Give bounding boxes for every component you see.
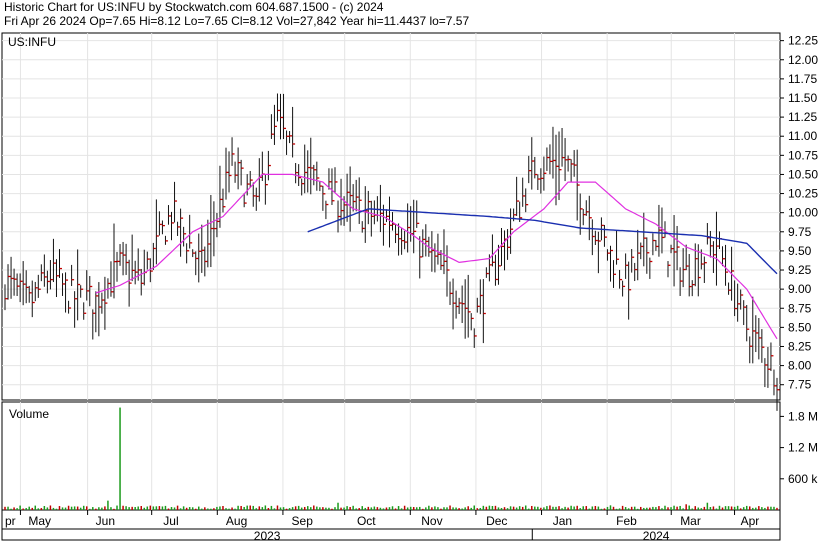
x-month-label-9: Jan — [553, 514, 572, 528]
x-year-label-0: 2023 — [254, 529, 281, 543]
y-tick-label-9: 10.00 — [788, 206, 818, 220]
y-tick-label-8: 10.25 — [788, 187, 818, 201]
y-tick-label-7: 10.50 — [788, 167, 818, 181]
y-tick-label-10: 9.75 — [788, 225, 812, 239]
vol-tick-label-1: 1.2 M — [788, 441, 818, 455]
y-tick-label-17: 8.00 — [788, 359, 812, 373]
y-tick-label-2: 11.75 — [788, 72, 817, 86]
y-tick-label-12: 9.25 — [788, 263, 812, 277]
y-tick-label-6: 10.75 — [788, 148, 818, 162]
volume-panel-frame — [1, 401, 781, 511]
x-month-label-5: Sep — [292, 514, 314, 528]
x-month-label-6: Oct — [357, 514, 376, 528]
y-tick-label-18: 7.75 — [788, 378, 812, 392]
x-month-label-2: Jun — [96, 514, 115, 528]
y-tick-label-11: 9.50 — [788, 244, 812, 258]
y-tick-label-3: 11.50 — [788, 91, 817, 105]
y-tick-label-14: 8.75 — [788, 301, 812, 315]
chart-root: Historic Chart for US:INFU by Stockwatch… — [0, 0, 830, 543]
x-month-label-11: Mar — [680, 514, 701, 528]
y-tick-label-13: 9.00 — [788, 282, 812, 296]
y-tick-label-15: 8.50 — [788, 320, 812, 334]
vol-tick-label-2: 600 k — [788, 472, 818, 486]
x-year-label-1: 2024 — [643, 529, 670, 543]
x-month-label-12: Apr — [741, 514, 760, 528]
volume-label: Volume — [9, 407, 49, 421]
y-tick-label-5: 11.00 — [788, 129, 817, 143]
x-month-label-7: Nov — [421, 514, 442, 528]
x-month-label-10: Feb — [616, 514, 637, 528]
price-volume-chart: 12.25 12.00 11.75 11.50 11.25 11.00 10.75 10.50… — [1, 32, 818, 543]
y-tick-label-4: 11.25 — [788, 110, 817, 124]
x-month-label-4: Aug — [226, 514, 247, 528]
y-tick-label-0: 12.25 — [788, 34, 818, 48]
price-panel-frame — [1, 32, 781, 401]
y-tick-label-16: 8.25 — [788, 339, 812, 353]
y-tick-label-1: 12.00 — [788, 53, 818, 67]
x-month-label-8: Dec — [486, 514, 507, 528]
x-month-label-3: Jul — [163, 514, 178, 528]
vol-tick-label-0: 1.8 M — [788, 409, 818, 423]
x-month-label-1: May — [28, 514, 51, 528]
ticker-label: US:INFU — [8, 35, 56, 49]
x-month-label-0: pr — [5, 514, 16, 528]
